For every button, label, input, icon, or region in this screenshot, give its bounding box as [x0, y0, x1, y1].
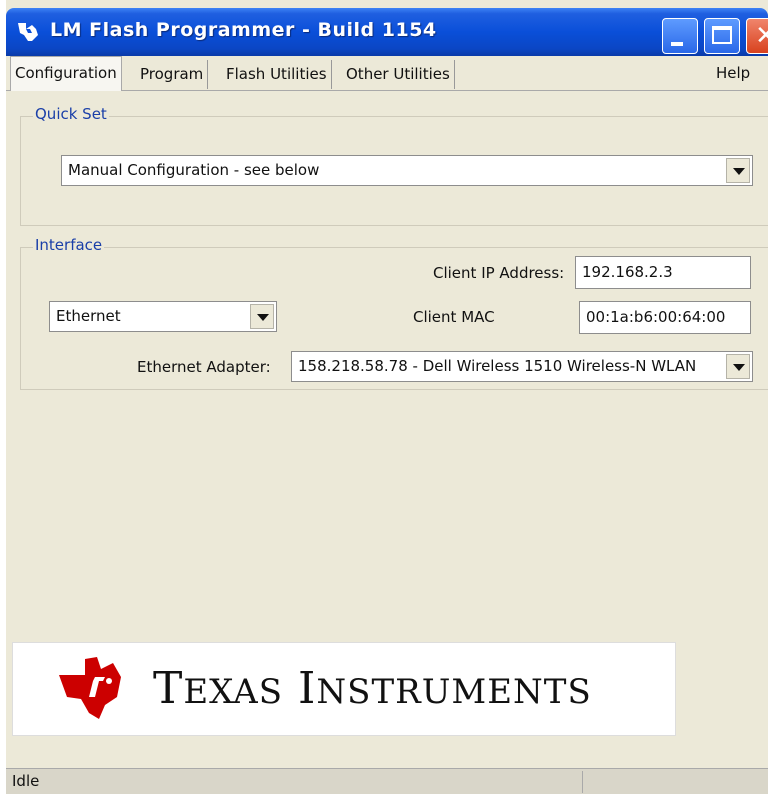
ti-logo-text: TEXAS INSTRUMENTS	[153, 663, 592, 714]
app-window: LM Flash Programmer - Build 1154 ✕ Confi…	[6, 0, 768, 794]
maximize-button[interactable]	[704, 18, 740, 54]
quick-set-dropdown[interactable]: Manual Configuration - see below	[61, 155, 753, 186]
close-icon: ✕	[755, 21, 768, 51]
client-mac-label: Client MAC	[413, 308, 495, 326]
interface-group: Interface Client IP Address: 192.168.2.3…	[20, 236, 768, 390]
interface-label: Interface	[33, 236, 105, 254]
close-button[interactable]: ✕	[746, 18, 768, 54]
interface-type-dropdown[interactable]: Ethernet	[49, 301, 277, 332]
client-ip-field[interactable]: 192.168.2.3	[575, 256, 751, 289]
client-mac-field[interactable]: 00:1a:b6:00:64:00	[579, 301, 751, 334]
status-bar: Idle	[6, 768, 768, 794]
interface-type-value: Ethernet	[56, 307, 121, 325]
status-divider	[582, 771, 583, 793]
title-bar[interactable]: LM Flash Programmer - Build 1154 ✕	[6, 8, 768, 56]
minimize-button[interactable]	[662, 18, 698, 54]
ethernet-adapter-dropdown[interactable]: 158.218.58.78 - Dell Wireless 1510 Wirel…	[291, 351, 753, 382]
chevron-down-icon[interactable]	[726, 354, 750, 379]
minimize-icon	[671, 42, 683, 46]
tab-other-utilities[interactable]: Other Utilities	[342, 60, 455, 89]
maximize-icon	[712, 26, 732, 44]
window-title: LM Flash Programmer - Build 1154	[50, 19, 437, 41]
chevron-down-icon[interactable]	[250, 304, 274, 329]
quick-set-label: Quick Set	[33, 105, 109, 123]
client-ip-label: Client IP Address:	[433, 264, 565, 282]
ethernet-adapter-value: 158.218.58.78 - Dell Wireless 1510 Wirel…	[298, 357, 697, 375]
quick-set-value: Manual Configuration - see below	[68, 161, 320, 179]
ethernet-adapter-label: Ethernet Adapter:	[137, 358, 271, 376]
ti-app-icon	[18, 23, 38, 41]
help-menu[interactable]: Help	[716, 60, 750, 86]
tab-flash-utilities[interactable]: Flash Utilities	[222, 60, 332, 89]
ti-logo-icon	[59, 657, 121, 719]
logo-banner: TEXAS INSTRUMENTS	[12, 642, 676, 736]
chevron-down-icon[interactable]	[726, 158, 750, 183]
tab-configuration[interactable]: Configuration	[10, 56, 122, 91]
quick-set-group: Quick Set Manual Configuration - see bel…	[20, 105, 768, 226]
status-text: Idle	[12, 772, 40, 790]
tab-bar: Configuration Program Flash Utilities Ot…	[6, 56, 768, 91]
tab-program[interactable]: Program	[136, 60, 209, 89]
